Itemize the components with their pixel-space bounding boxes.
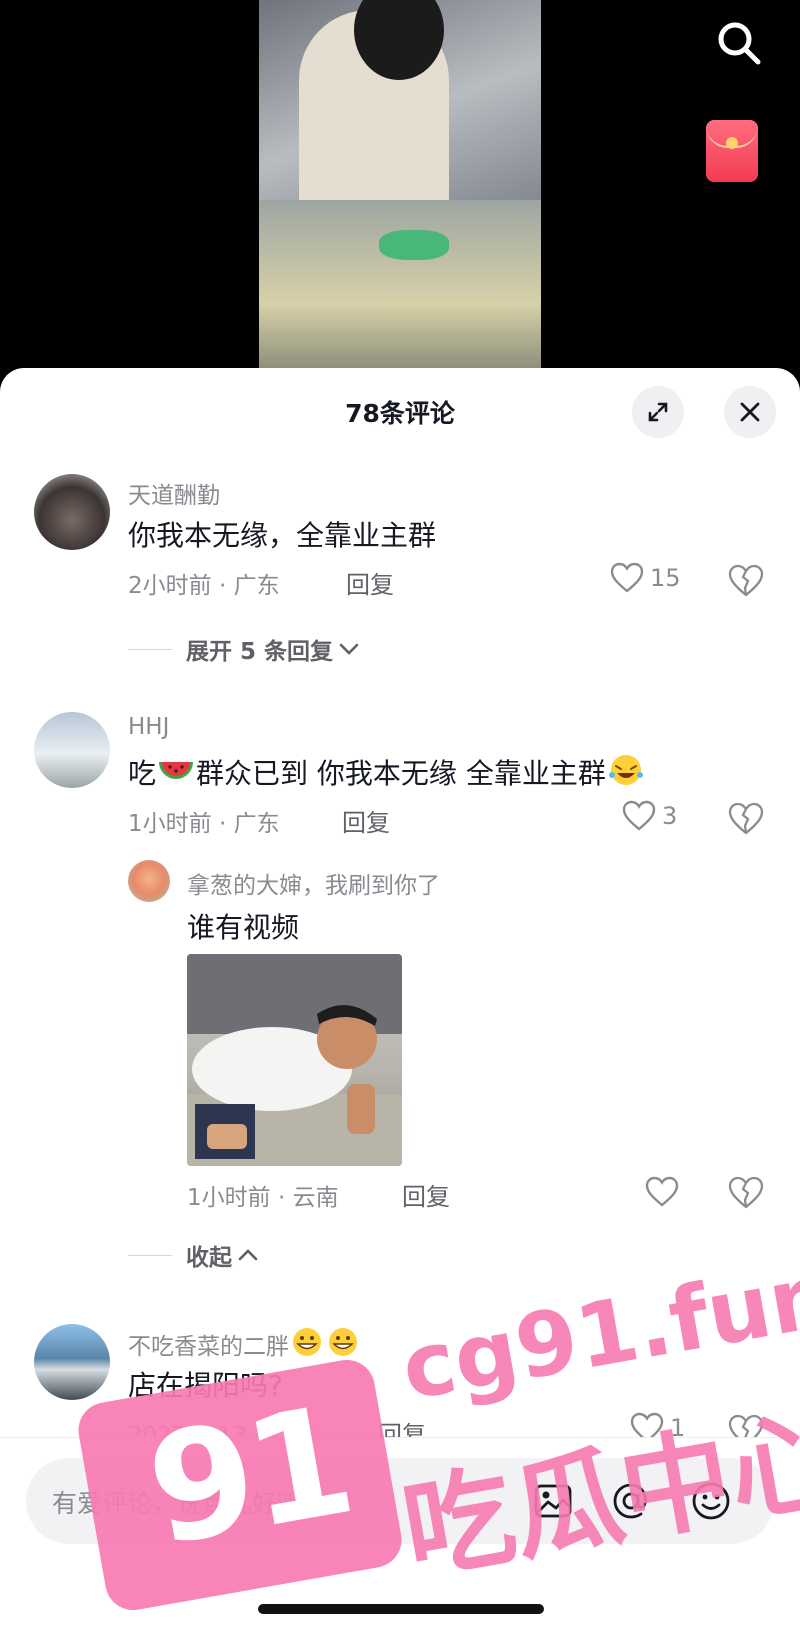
reply-username[interactable]: 拿葱的大婶，我刷到你了: [187, 866, 440, 900]
reply-image[interactable]: [187, 954, 402, 1166]
comment-text-body: 群众已到 你我本无缘 全靠业主群: [196, 757, 606, 790]
emoji-icon[interactable]: [690, 1480, 732, 1522]
home-indicator: [258, 1604, 544, 1614]
comment-username[interactable]: 天道酬勤: [128, 476, 220, 510]
laughing-emoji-icon: [608, 755, 643, 785]
grinning-emoji-icon: [293, 1328, 321, 1356]
comment-meta: 2小时前 · 广东: [128, 573, 280, 599]
expand-icon: [648, 402, 668, 422]
video-display-case: [259, 200, 541, 372]
heart-icon: [610, 562, 644, 593]
red-packet-icon[interactable]: [706, 120, 758, 182]
avatar[interactable]: [34, 1324, 110, 1400]
comment-item: 天道酬勤 你我本无缘，全靠业主群 2小时前 · 广东 回复 15 展开 5 条回…: [0, 474, 800, 674]
comment-text: 吃 群众已到 你我本无缘 全靠业主群: [128, 752, 646, 792]
comment-text-prefix: 吃: [128, 757, 157, 790]
avatar[interactable]: [128, 860, 170, 902]
grinning-emoji-icon: [329, 1328, 357, 1356]
search-icon[interactable]: [714, 18, 764, 68]
expand-replies-button[interactable]: 展开 5 条回复: [128, 632, 361, 666]
broken-heart-icon[interactable]: [728, 564, 764, 598]
like-count: 15: [650, 564, 681, 592]
watermelon-emoji-icon: [159, 762, 194, 779]
reply-button[interactable]: 回复: [402, 1177, 450, 1212]
video-jade-item: [379, 230, 449, 260]
comment-input[interactable]: 有爱评论，说点儿好听的: [26, 1458, 774, 1544]
broken-heart-icon[interactable]: [728, 1176, 764, 1210]
like-button[interactable]: 15: [610, 562, 681, 594]
reply-item: 拿葱的大婶，我刷到你了 谁有视频 1小时前 · 云南 回复 收起: [0, 860, 800, 1271]
like-button[interactable]: 3: [622, 800, 677, 832]
heart-icon[interactable]: [645, 1176, 679, 1208]
avatar[interactable]: [34, 712, 110, 788]
image-icon[interactable]: [532, 1480, 574, 1522]
close-button[interactable]: [724, 386, 776, 438]
reply-text: 谁有视频: [187, 911, 300, 944]
comment-meta: 1小时前 · 广东: [128, 811, 280, 837]
chevron-down-icon: [339, 643, 359, 655]
comment-text: 你我本无缘，全靠业主群: [128, 519, 437, 552]
heart-icon: [622, 800, 656, 831]
video-player[interactable]: [0, 0, 800, 372]
reply-button[interactable]: 回复: [342, 803, 390, 838]
comment-item: HHJ 吃 群众已到 你我本无缘 全靠业主群 1小时前 · 广东 回复 3: [0, 712, 800, 837]
comment-item: 不吃香菜的二胖 店在揭阳吗? 2022-6-13 · 广东 回复 1: [0, 1324, 800, 1449]
comment-text: 店在揭阳吗?: [128, 1369, 283, 1402]
chevron-up-icon: [238, 1249, 258, 1261]
mention-icon[interactable]: [610, 1480, 652, 1522]
comment-input-bar: 有爱评论，说点儿好听的: [0, 1437, 800, 1578]
divider-line: [128, 648, 172, 650]
comment-username[interactable]: 不吃香菜的二胖: [128, 1326, 361, 1361]
comment-input-placeholder: 有爱评论，说点儿好听的: [52, 1489, 328, 1518]
broken-heart-icon[interactable]: [728, 802, 764, 836]
divider-line: [128, 1254, 172, 1256]
comment-username-text: 不吃香菜的二胖: [128, 1334, 289, 1360]
comment-username[interactable]: HHJ: [128, 714, 169, 740]
collapse-replies-button[interactable]: 收起: [128, 1238, 260, 1272]
avatar[interactable]: [34, 474, 110, 550]
comment-header: 78条评论: [0, 368, 800, 450]
reply-meta: 1小时前 · 云南: [187, 1185, 339, 1211]
video-frame: [259, 0, 541, 372]
expand-replies-label: 展开 5 条回复: [186, 639, 334, 665]
expand-button[interactable]: [632, 386, 684, 438]
like-count: 3: [662, 802, 678, 830]
comment-sheet: 78条评论 天道酬勤 你我本无缘，全靠业主群 2小时前 · 广东 回复 15 展…: [0, 368, 800, 1633]
reply-button[interactable]: 回复: [346, 565, 394, 600]
meme-illustration: [187, 954, 402, 1166]
close-icon: [740, 402, 760, 422]
collapse-replies-label: 收起: [186, 1245, 232, 1271]
